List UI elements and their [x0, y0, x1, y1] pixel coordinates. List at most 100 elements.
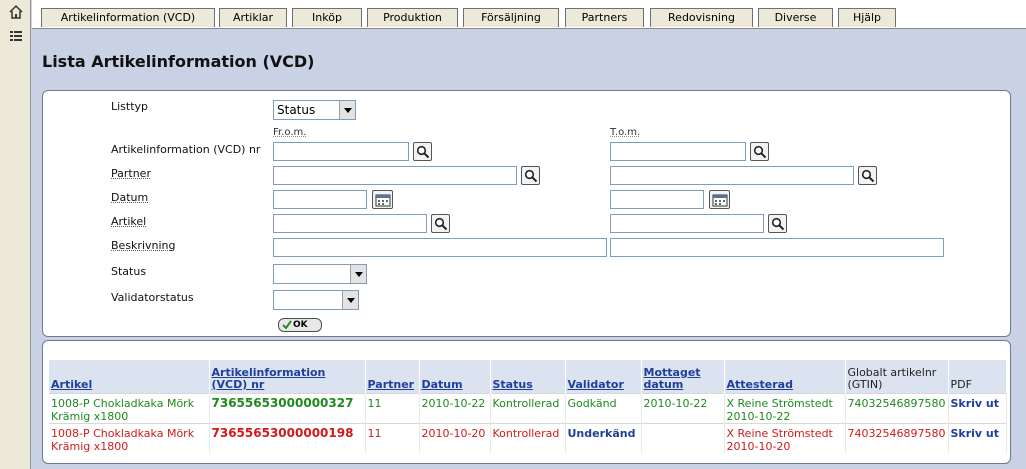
validator-status-rejected: Underkänd: [567, 426, 636, 440]
artikel-label[interactable]: Artikel: [111, 215, 146, 228]
tab-redovisning[interactable]: Redovisning: [650, 8, 753, 27]
main-tab-bar: Artikelinformation (VCD) Artiklar Inköp …: [32, 0, 1026, 29]
datum-from-calendar-button[interactable]: [372, 190, 393, 209]
sort-datum-header[interactable]: Datum: [422, 378, 463, 391]
vcd-nr-from-input[interactable]: [273, 142, 409, 161]
datum-from-input[interactable]: [273, 190, 367, 209]
validatorstatus-select[interactable]: [273, 290, 359, 310]
vcd-nr-label: Artikelinformation (VCD) nr: [111, 143, 261, 156]
status-label: Status: [111, 265, 147, 278]
magnifier-icon: [771, 217, 785, 231]
beskrivning-from-input[interactable]: [273, 238, 607, 257]
magnifier-icon: [434, 217, 448, 231]
chevron-down-icon: [350, 265, 366, 283]
results-panel: Artikel Artikelinformation (VCD) nr Part…: [42, 340, 1011, 464]
cell-mottaget: 2010-10-22: [641, 392, 725, 423]
sort-mottaget-header[interactable]: Mottaget datum: [644, 366, 701, 391]
listtyp-value: Status: [277, 103, 316, 117]
cell-status: Kontrollerad: [490, 422, 566, 453]
magnifier-icon: [416, 145, 430, 159]
menu-list-icon[interactable]: [8, 29, 24, 45]
tab-artikelinformation[interactable]: Artikelinformation (VCD): [41, 8, 215, 27]
cell-datum: 2010-10-20: [419, 422, 491, 453]
table-header-row: Artikel Artikelinformation (VCD) nr Part…: [49, 360, 1007, 393]
cell-vcd-nr[interactable]: 73655653000000198: [209, 422, 366, 453]
tab-partners[interactable]: Partners: [565, 8, 644, 27]
calendar-icon: [375, 194, 391, 207]
cell-attesterad: X Reine Strömstedt 2010-10-20: [724, 422, 846, 453]
cell-gtin: 74032546897580: [845, 392, 949, 423]
sort-artikel-header[interactable]: Artikel: [51, 378, 92, 391]
listtyp-select[interactable]: Status: [273, 100, 356, 120]
datum-to-calendar-button[interactable]: [709, 190, 730, 209]
left-toolbar: [0, 0, 31, 469]
cell-artikel: 1008-P Chokladkaka Mörk Krämig x1800: [49, 422, 210, 453]
vcd-nr-from-lookup-button[interactable]: [413, 142, 432, 161]
partner-to-input[interactable]: [610, 166, 854, 185]
cell-mottaget: [641, 422, 725, 453]
tab-produktion[interactable]: Produktion: [367, 8, 458, 27]
tab-artiklar[interactable]: Artiklar: [219, 8, 287, 27]
cell-vcd-nr[interactable]: 73655653000000327: [209, 392, 366, 423]
partner-label[interactable]: Partner: [111, 167, 151, 180]
cell-pdf: Skriv ut: [948, 422, 1007, 453]
cell-partner: 11: [365, 392, 420, 423]
vcd-nr-to-input[interactable]: [610, 142, 746, 161]
gtin-header: Globalt artikelnr (GTIN): [845, 360, 949, 393]
artikel-from-lookup-button[interactable]: [431, 214, 450, 233]
artikel-from-input[interactable]: [273, 214, 427, 233]
filter-panel: Listtyp Status Fr.o.m. T.o.m. Artikelinf…: [42, 90, 1011, 337]
home-icon[interactable]: [8, 4, 24, 20]
tab-hjalp[interactable]: Hjälp: [838, 8, 896, 27]
datum-to-input[interactable]: [610, 190, 704, 209]
print-link[interactable]: Skriv ut: [951, 427, 1000, 440]
tab-diverse[interactable]: Diverse: [758, 8, 833, 27]
partner-to-lookup-button[interactable]: [858, 166, 877, 185]
ok-button[interactable]: OK: [278, 318, 322, 332]
magnifier-icon: [861, 169, 875, 183]
checkmark-icon: [282, 320, 292, 330]
table-row[interactable]: 1008-P Chokladkaka Mörk Krämig x1800 736…: [49, 422, 1007, 453]
sort-status-header[interactable]: Status: [493, 378, 533, 391]
cell-status: Kontrollerad: [490, 392, 566, 423]
cell-artikel: 1008-P Chokladkaka Mörk Krämig x1800: [49, 392, 210, 423]
table-row[interactable]: 1008-P Chokladkaka Mörk Krämig x1800 736…: [49, 392, 1007, 423]
datum-label[interactable]: Datum: [111, 191, 148, 204]
cell-validator: Underkänd: [565, 422, 642, 453]
vcd-nr-to-lookup-button[interactable]: [750, 142, 769, 161]
sort-partner-header[interactable]: Partner: [368, 378, 415, 391]
ok-label: OK: [293, 320, 308, 330]
main-content: Lista Artikelinformation (VCD) Listtyp S…: [32, 30, 1026, 469]
cell-gtin: 74032546897580: [845, 422, 949, 453]
sort-vcd-nr-header[interactable]: Artikelinformation (VCD) nr: [212, 366, 326, 391]
cell-attesterad: X Reine Strömstedt 2010-10-22: [724, 392, 846, 423]
cell-datum: 2010-10-22: [419, 392, 491, 423]
partner-from-lookup-button[interactable]: [521, 166, 540, 185]
beskrivning-label[interactable]: Beskrivning: [111, 239, 176, 252]
artikel-to-lookup-button[interactable]: [768, 214, 787, 233]
results-table: Artikel Artikelinformation (VCD) nr Part…: [49, 360, 1007, 453]
print-link[interactable]: Skriv ut: [951, 397, 1000, 410]
magnifier-icon: [524, 169, 538, 183]
sort-attesterad-header[interactable]: Attesterad: [727, 378, 793, 391]
chevron-down-icon: [339, 101, 355, 119]
partner-from-input[interactable]: [273, 166, 517, 185]
page-title: Lista Artikelinformation (VCD): [42, 52, 315, 71]
sort-validator-header[interactable]: Validator: [568, 378, 624, 391]
chevron-down-icon: [342, 291, 358, 309]
artikel-to-input[interactable]: [610, 214, 764, 233]
cell-pdf: Skriv ut: [948, 392, 1007, 423]
cell-partner: 11: [365, 422, 420, 453]
tab-inkop[interactable]: Inköp: [292, 8, 362, 27]
from-column-label: Fr.o.m.: [273, 127, 307, 138]
tab-forsaljning[interactable]: Försäljning: [463, 8, 559, 27]
cell-validator: Godkänd: [565, 392, 642, 423]
magnifier-icon: [753, 145, 767, 159]
to-column-label: T.o.m.: [610, 127, 641, 138]
pdf-header: PDF: [948, 360, 1007, 393]
validatorstatus-label: Validatorstatus: [111, 291, 194, 304]
calendar-icon: [712, 194, 728, 207]
beskrivning-to-input[interactable]: [610, 238, 944, 257]
status-select[interactable]: [273, 264, 367, 284]
validator-status-approved: Godkänd: [567, 396, 617, 410]
